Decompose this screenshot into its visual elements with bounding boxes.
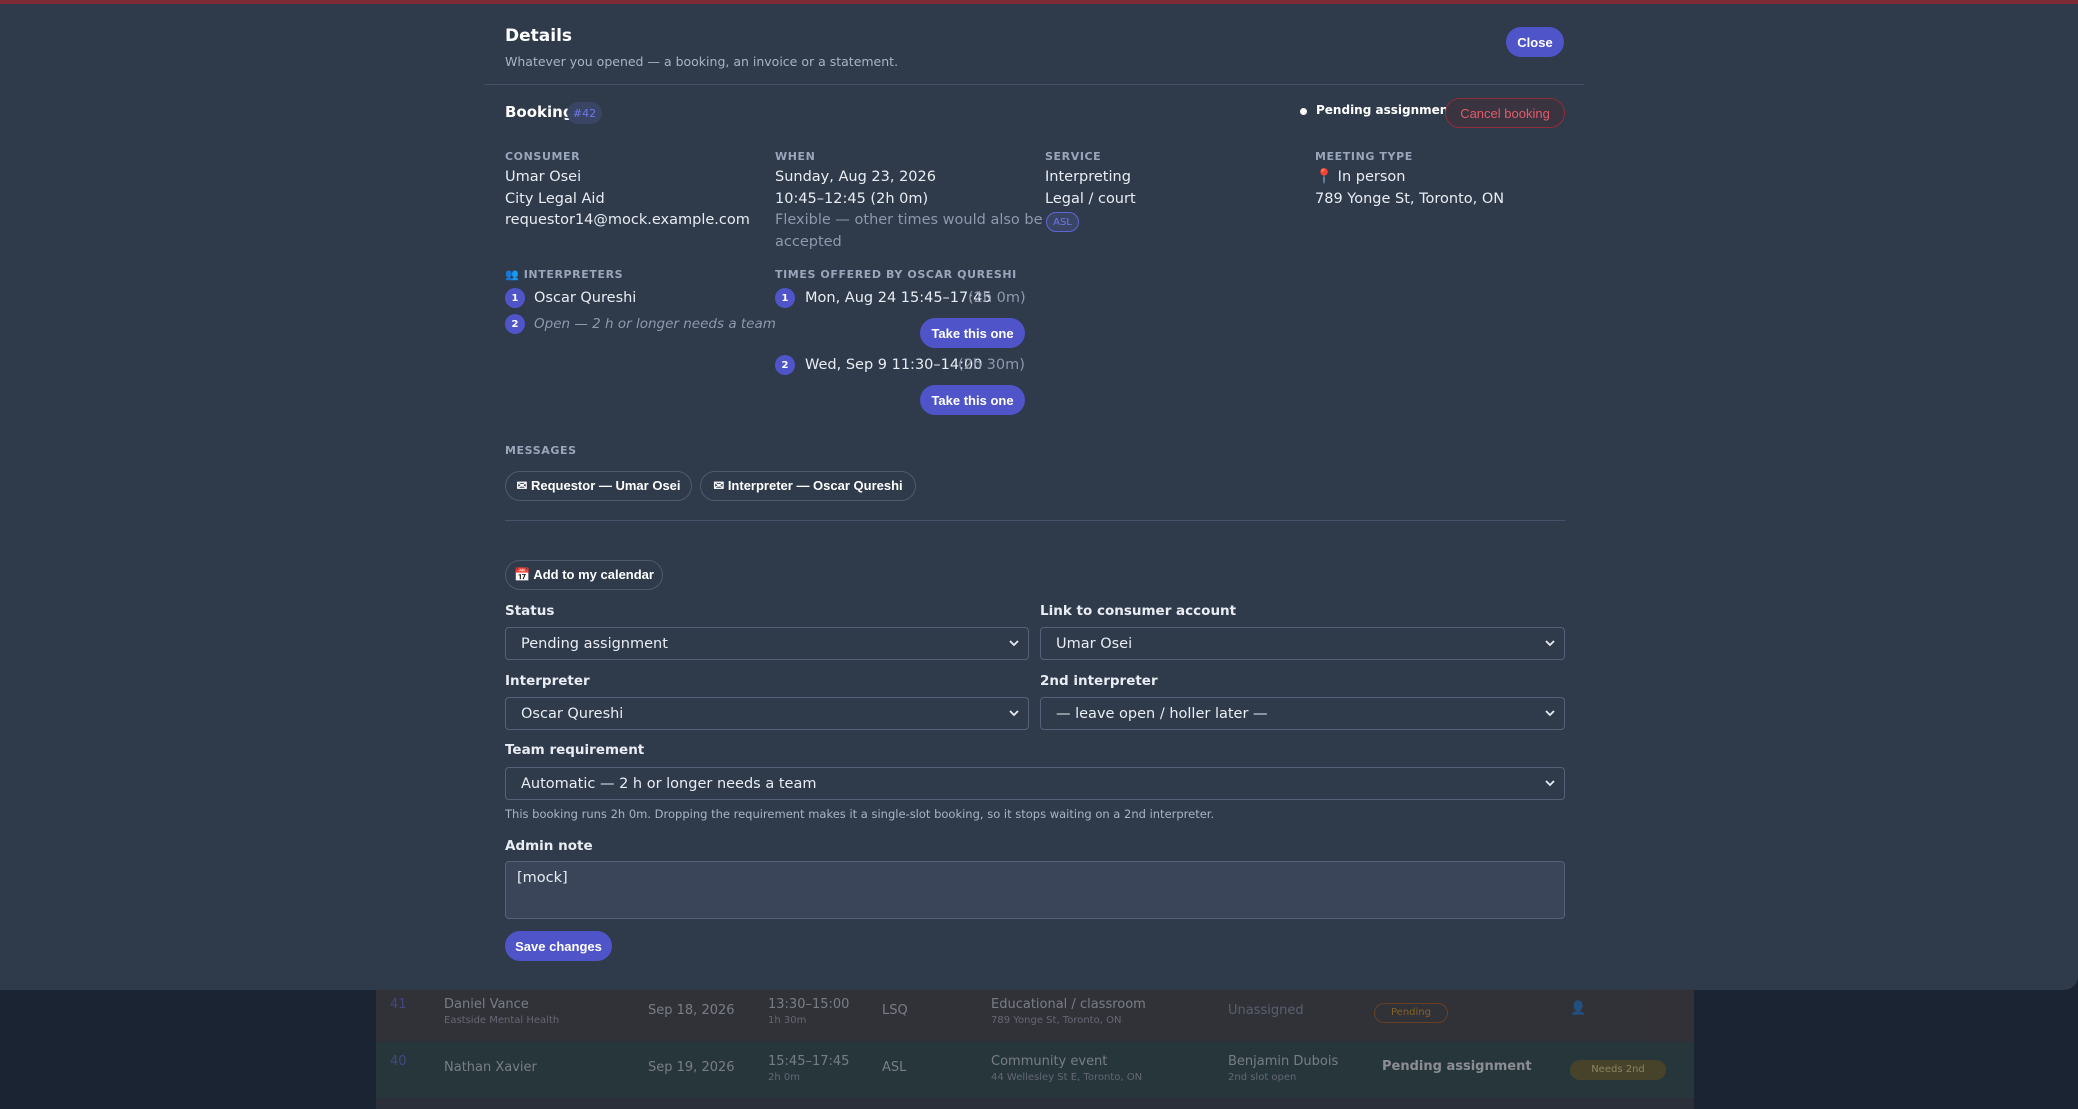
cancel-booking-button[interactable]: Cancel booking (1445, 98, 1565, 128)
row-address: 44 Wellesley St E, Toronto, ON (991, 1072, 1143, 1083)
row-category: Educational / classroom (991, 997, 1146, 1012)
chevron-down-icon (1545, 780, 1555, 787)
offer-number: 1 (775, 288, 795, 308)
chevron-down-icon (1545, 640, 1555, 647)
flexible-note-cont: accepted (775, 234, 842, 250)
second-interpreter-value: — leave open / holler later — (1056, 705, 1268, 722)
row-time: 15:45–17:45 (768, 1054, 850, 1069)
consumer-name: Umar Osei (505, 169, 582, 185)
team-requirement-label: Team requirement (505, 742, 645, 758)
consumer-label: CONSUMER (505, 150, 581, 163)
offer-time: Mon, Aug 24 15:45–17:45 (805, 290, 992, 306)
interpreter-slot-2: Open — 2 h or longer needs a team (534, 316, 776, 332)
table-row[interactable]: 40 Nathan Xavier Sep 19, 2026 15:45–17:4… (376, 1042, 1694, 1098)
interpreter-select-value: Oscar Qureshi (521, 705, 624, 722)
row-status: Pending assignment (1382, 1059, 1532, 1074)
language-badge: ASL (1046, 212, 1079, 232)
service-type: Interpreting (1045, 169, 1131, 185)
team-hint: This booking runs 2h 0m. Dropping the re… (505, 807, 1215, 821)
bookings-table: 41 Daniel Vance Eastside Mental Health S… (376, 985, 1694, 1109)
row-address: 789 Yonge St, Toronto, ON (991, 1015, 1122, 1026)
row-date: Sep 19, 2026 (648, 1060, 735, 1075)
interpreter-slot-1: Oscar Qureshi (534, 290, 637, 306)
when-time: 10:45–12:45 (2h 0m) (775, 191, 929, 207)
messages-label: MESSAGES (505, 444, 577, 457)
meeting-type: 📍 In person (1315, 169, 1406, 185)
take-offer-button[interactable]: Take this one (920, 385, 1025, 415)
consumer-email: requestor14@mock.example.com (505, 212, 750, 228)
booking-id-badge: #42 (567, 102, 602, 124)
dialog-title: Details (505, 26, 573, 46)
row-id[interactable]: 40 (390, 1054, 407, 1069)
requestor-thread-button[interactable]: ✉ Requestor — Umar Osei (505, 471, 692, 501)
meeting-type-label: MEETING TYPE (1315, 150, 1413, 163)
booking-heading: Booking (505, 103, 574, 121)
add-to-calendar-button[interactable]: 📅 Add to my calendar (505, 560, 663, 590)
slot-number: 1 (505, 288, 525, 308)
row-date: Sep 18, 2026 (648, 1003, 735, 1018)
row-interpreter-2: 2nd slot open (1228, 1072, 1297, 1083)
status-badge: Pending assignment (1316, 103, 1455, 117)
consumer-link-value: Umar Osei (1056, 635, 1133, 652)
interpreters-label: 👥 INTERPRETERS (505, 268, 624, 281)
row-org: Eastside Mental Health (444, 1015, 560, 1026)
close-button[interactable]: Close (1506, 27, 1564, 57)
row-interpreter: Benjamin Dubois (1228, 1054, 1339, 1069)
chevron-down-icon (1009, 710, 1019, 717)
interpreter-field-label: Interpreter (505, 673, 590, 689)
save-changes-button[interactable]: Save changes (505, 931, 612, 961)
consumer-org: City Legal Aid (505, 191, 605, 207)
admin-note-textarea[interactable]: [mock] (505, 861, 1565, 919)
row-id[interactable]: 41 (390, 997, 407, 1012)
dialog-subtitle: Whatever you opened — a booking, an invo… (505, 54, 899, 69)
service-category: Legal / court (1045, 191, 1136, 207)
flexible-note: Flexible — other times would also be (775, 212, 1043, 228)
take-offer-button[interactable]: Take this one (920, 318, 1025, 348)
consumer-link-label: Link to consumer account (1040, 603, 1237, 619)
row-time: 13:30–15:00 (768, 997, 850, 1012)
slot-number: 2 (505, 314, 525, 334)
row-duration: 1h 30m (768, 1015, 807, 1026)
interpreter-select[interactable]: Oscar Qureshi (505, 697, 1029, 730)
row-duration: 2h 0m (768, 1072, 800, 1083)
offer-duration: (2h 30m) (958, 357, 1025, 373)
service-label: SERVICE (1045, 150, 1102, 163)
team-requirement-value: Automatic — 2 h or longer needs a team (521, 775, 817, 792)
row-interpreter: Unassigned (1228, 1003, 1304, 1018)
row-category: Community event (991, 1054, 1108, 1069)
status-select-value: Pending assignment (521, 635, 668, 652)
when-label: WHEN (775, 150, 816, 163)
admin-note-label: Admin note (505, 838, 593, 854)
interpreter-thread-button[interactable]: ✉ Interpreter — Oscar Qureshi (700, 471, 916, 501)
status-field-label: Status (505, 603, 555, 619)
chevron-down-icon (1009, 640, 1019, 647)
second-interpreter-select[interactable]: — leave open / holler later — (1040, 697, 1565, 730)
offer-duration: (2h 0m) (968, 290, 1026, 306)
status-badge: Pending (1374, 1003, 1448, 1023)
divider (484, 84, 1584, 85)
needs-team-badge: Needs 2nd (1570, 1060, 1666, 1080)
row-language: LSQ (882, 1003, 908, 1018)
divider (505, 520, 1565, 521)
status-select[interactable]: Pending assignment (505, 627, 1029, 660)
row-name: Daniel Vance (444, 997, 529, 1012)
second-interpreter-label: 2nd interpreter (1040, 673, 1158, 689)
row-name: Nathan Xavier (444, 1060, 537, 1075)
details-panel: Details Whatever you opened — a booking,… (0, 0, 2078, 990)
meeting-address: 789 Yonge St, Toronto, ON (1315, 191, 1505, 207)
team-requirement-select[interactable]: Automatic — 2 h or longer needs a team (505, 767, 1565, 800)
chevron-down-icon (1545, 710, 1555, 717)
times-offered-label: TIMES OFFERED BY OSCAR QURESHI (775, 268, 1017, 281)
when-date: Sunday, Aug 23, 2026 (775, 169, 936, 185)
consumer-link-select[interactable]: Umar Osei (1040, 627, 1565, 660)
row-language: ASL (882, 1060, 907, 1075)
status-dot-icon (1300, 108, 1307, 115)
table-row[interactable]: 41 Daniel Vance Eastside Mental Health S… (376, 985, 1694, 1041)
offer-number: 2 (775, 355, 795, 375)
assign-icon[interactable]: 👤 (1570, 1001, 1586, 1016)
offer-time: Wed, Sep 9 11:30–14:00 (805, 357, 983, 373)
